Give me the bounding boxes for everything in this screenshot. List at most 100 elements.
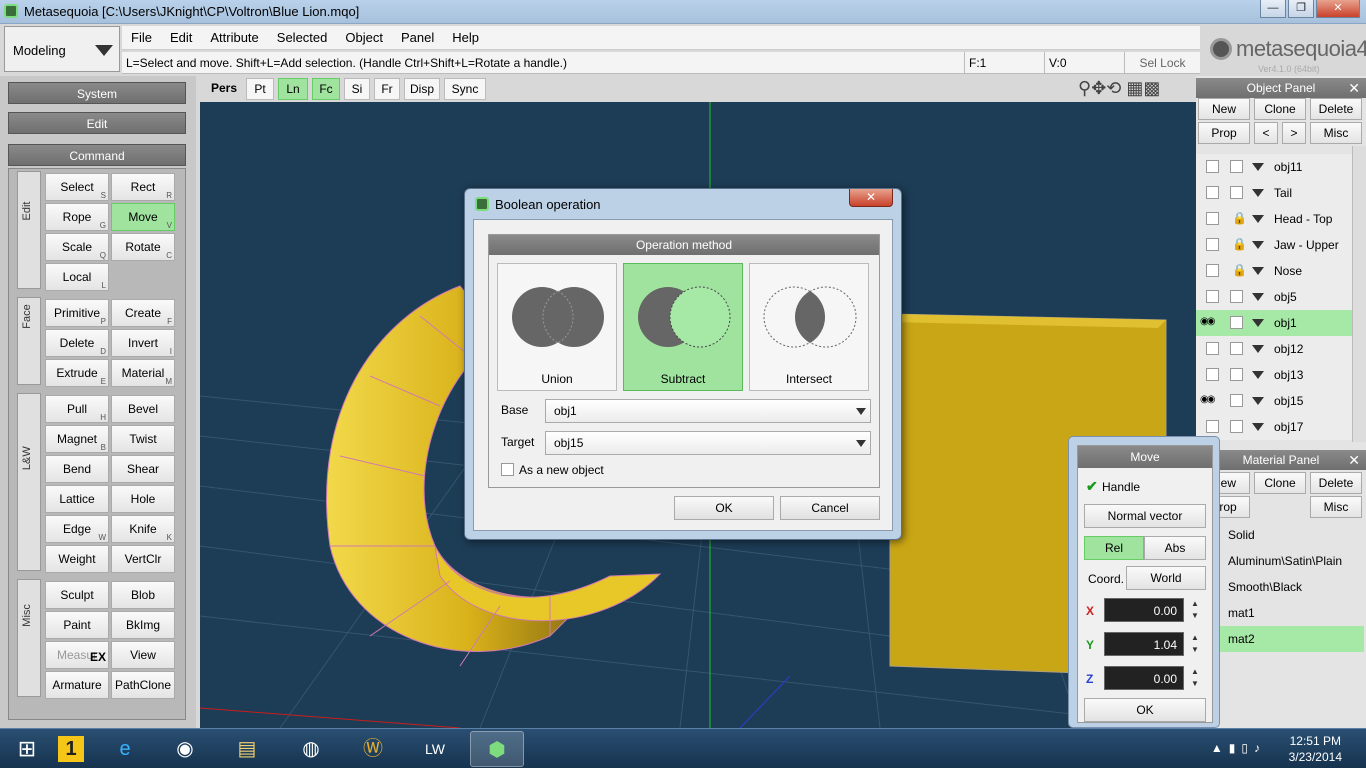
pan-icon[interactable]: ✥ (1091, 78, 1106, 98)
z-value-input[interactable]: 0.00 (1104, 666, 1184, 690)
visible-icon[interactable]: ◉◉ (1200, 394, 1216, 405)
visibility-checkbox[interactable] (1206, 420, 1219, 433)
x-spinner[interactable]: ▲ ▼ (1188, 598, 1202, 622)
cmd-rotate-button[interactable]: Rotate C (111, 233, 175, 261)
cmd-edge-button[interactable]: Edge W (45, 515, 109, 543)
cmd-material-button[interactable]: Material M (111, 359, 175, 387)
sel-lock-button[interactable]: Sel Lock (1124, 52, 1200, 74)
lock-checkbox[interactable] (1230, 186, 1243, 199)
rotate-view-icon[interactable]: ⟲ (1106, 78, 1121, 98)
material-delete-button[interactable]: Delete (1310, 472, 1362, 494)
view-fc-button[interactable]: Fc (312, 78, 340, 100)
lightwave-icon[interactable]: LW (408, 731, 462, 767)
cmd-pathclone-button[interactable]: PathClone (111, 671, 175, 699)
cmd-extrude-button[interactable]: Extrude E (45, 359, 109, 387)
cmd-scale-button[interactable]: Scale Q (45, 233, 109, 261)
cmd-blob-button[interactable]: Blob (111, 581, 175, 609)
material-row[interactable]: Smooth\Black (1214, 574, 1364, 600)
lock-checkbox[interactable] (1230, 316, 1243, 329)
material-row[interactable]: Solid (1214, 522, 1364, 548)
color-icon[interactable]: ▩ (1143, 78, 1160, 98)
material-row[interactable]: mat1 (1214, 600, 1364, 626)
coord-world-button[interactable]: World (1126, 566, 1206, 590)
abs-button[interactable]: Abs (1144, 536, 1206, 560)
visibility-checkbox[interactable] (1206, 264, 1219, 277)
command-section-header[interactable]: Command (8, 144, 186, 166)
chrome-icon[interactable]: ◉ (158, 731, 212, 767)
object-new-button[interactable]: New (1198, 98, 1250, 120)
lock-icon[interactable]: 🔒 (1232, 263, 1247, 277)
object-list-scrollbar[interactable] (1352, 146, 1366, 442)
cmd-shear-button[interactable]: Shear (111, 455, 175, 483)
layout-icon[interactable]: ▦ (1126, 78, 1143, 98)
z-spinner[interactable]: ▲ ▼ (1188, 666, 1202, 690)
expand-icon[interactable] (1252, 371, 1264, 379)
menu-object[interactable]: Object (336, 26, 392, 49)
cmd-lattice-button[interactable]: Lattice (45, 485, 109, 513)
expand-icon[interactable] (1252, 267, 1264, 275)
explorer-icon[interactable]: ▤ (220, 731, 274, 767)
material-misc-button[interactable]: Misc (1310, 496, 1362, 518)
cmd-pull-button[interactable]: Pull H (45, 395, 109, 423)
visibility-checkbox[interactable] (1206, 368, 1219, 381)
object-prev-button[interactable]: < (1254, 122, 1278, 144)
clock[interactable]: 12:51 PM 3/23/2014 (1289, 733, 1342, 765)
rel-button[interactable]: Rel (1084, 536, 1144, 560)
cmd-twist-button[interactable]: Twist (111, 425, 175, 453)
cmd-bevel-button[interactable]: Bevel (111, 395, 175, 423)
dialog-close-button[interactable]: ✕ (849, 189, 893, 207)
object-row-jaw-upper[interactable]: 🔒 Jaw - Upper (1196, 232, 1352, 258)
menu-selected[interactable]: Selected (268, 26, 337, 49)
metasequoia-taskbar-icon[interactable]: ⬢ (470, 731, 524, 767)
object-row-obj12[interactable]: obj12 (1196, 336, 1352, 362)
system-section-button[interactable]: System (8, 82, 186, 104)
target-select[interactable]: obj15 (545, 431, 871, 455)
intersect-option[interactable]: Intersect (749, 263, 869, 391)
view-pers-button[interactable]: Pers (206, 78, 242, 100)
move-ok-button[interactable]: OK (1084, 698, 1206, 722)
tray-up-icon[interactable]: ▲ (1211, 741, 1229, 755)
ie-icon[interactable]: e (98, 731, 152, 767)
cmd-rope-button[interactable]: Rope G (45, 203, 109, 231)
x-value-input[interactable]: 0.00 (1104, 598, 1184, 622)
edit-section-button[interactable]: Edit (8, 112, 186, 134)
menu-help[interactable]: Help (443, 26, 488, 49)
object-misc-button[interactable]: Misc (1310, 122, 1362, 144)
material-panel-close-icon[interactable]: ✕ (1348, 450, 1360, 470)
view-disp-button[interactable]: Disp (404, 78, 440, 100)
wow-icon[interactable]: Ⓦ (346, 731, 400, 767)
cmd-measur-button[interactable]: Measur EX (45, 641, 109, 669)
expand-icon[interactable] (1252, 189, 1264, 197)
expand-icon[interactable] (1252, 163, 1264, 171)
cmd-local-button[interactable]: Local L (45, 263, 109, 291)
cancel-button[interactable]: Cancel (780, 496, 880, 520)
menu-file[interactable]: File (122, 26, 161, 49)
object-row-obj1[interactable]: ◉◉ obj1 (1196, 310, 1352, 336)
minimize-button[interactable]: — (1260, 0, 1286, 18)
visibility-checkbox[interactable] (1206, 212, 1219, 225)
object-clone-button[interactable]: Clone (1254, 98, 1306, 120)
object-row-obj11[interactable]: obj11 (1196, 154, 1352, 180)
cmd-hole-button[interactable]: Hole (111, 485, 175, 513)
view-ln-button[interactable]: Ln (278, 78, 308, 100)
hp-icon[interactable]: ◍ (284, 731, 338, 767)
ok-button[interactable]: OK (674, 496, 774, 520)
cmd-bend-button[interactable]: Bend (45, 455, 109, 483)
cmd-primitive-button[interactable]: Primitive P (45, 299, 109, 327)
cmd-create-button[interactable]: Create F (111, 299, 175, 327)
cmd-vertclr-button[interactable]: VertClr (111, 545, 175, 573)
taskbar-app-1[interactable]: 1 (44, 731, 98, 767)
volume-icon[interactable]: ♪ (1254, 741, 1266, 755)
lock-checkbox[interactable] (1230, 394, 1243, 407)
cmd-bkimg-button[interactable]: BkImg (111, 611, 175, 639)
cmd-select-button[interactable]: Select S (45, 173, 109, 201)
object-delete-button[interactable]: Delete (1310, 98, 1362, 120)
object-row-obj5[interactable]: obj5 (1196, 284, 1352, 310)
expand-icon[interactable] (1252, 423, 1264, 431)
object-row-obj15[interactable]: ◉◉ obj15 (1196, 388, 1352, 414)
check-icon[interactable]: ✔ (1086, 478, 1098, 495)
signal-icon[interactable]: ▮ (1229, 741, 1242, 755)
view-fr-button[interactable]: Fr (374, 78, 400, 100)
visibility-checkbox[interactable] (1206, 160, 1219, 173)
maximize-button[interactable]: ❐ (1288, 0, 1314, 18)
